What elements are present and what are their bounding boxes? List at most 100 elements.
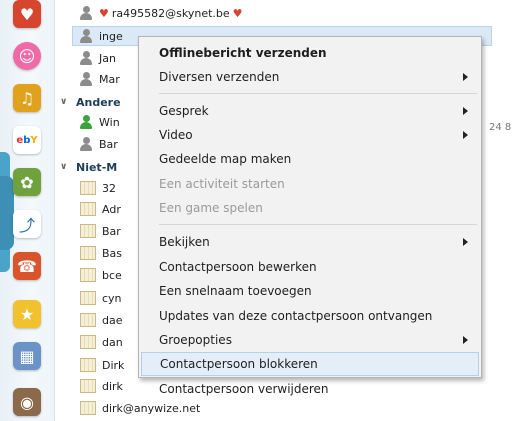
submenu-arrow-icon <box>463 238 468 246</box>
contact-name: dirk <box>102 379 123 393</box>
menu-separator <box>159 93 477 94</box>
contact-row[interactable]: bce <box>80 265 122 285</box>
smiley-icon[interactable]: ☺ <box>13 42 41 70</box>
menu-item-label: Offlinebericht verzenden <box>159 46 327 60</box>
sidebar-tab-active[interactable] <box>0 176 14 250</box>
context-menu: Offlinebericht verzenden Diversen verzen… <box>138 36 482 396</box>
contact-name: Bar <box>99 137 118 151</box>
contact-name: Win <box>99 115 120 129</box>
contact-row[interactable]: Bar <box>80 221 121 241</box>
heart-icon: ♥ <box>232 6 243 20</box>
menu-item-label: Diversen verzenden <box>159 70 280 84</box>
menu-item-delete-contact[interactable]: Contactpersoon verwijderen <box>141 377 479 401</box>
submenu-arrow-icon <box>463 131 468 139</box>
music-player-icon[interactable]: ♫ <box>13 84 41 112</box>
menu-item-label: Contactpersoon blokkeren <box>160 357 318 371</box>
contact-row[interactable]: Bas <box>80 243 122 263</box>
submenu-arrow-icon <box>463 107 468 115</box>
star-icon[interactable]: ★ <box>13 300 41 328</box>
submenu-arrow-icon <box>463 336 468 344</box>
contact-name: Jan <box>99 51 116 65</box>
app-sidebar: ♥ ☺ ♫ ebY ✿ ⤴ ☎ ★ ▦ ◉ <box>0 0 55 421</box>
menu-item-offline-message[interactable]: Offlinebericht verzenden <box>141 41 479 65</box>
menu-item-label: Contactpersoon bewerken <box>159 260 317 274</box>
contact-name: bce <box>102 268 122 282</box>
contact-book-icon <box>80 202 96 216</box>
contact-status-icon <box>80 72 92 86</box>
contact-row[interactable]: dan <box>80 332 123 352</box>
menu-item-shared-folder[interactable]: Gedeelde map maken <box>141 147 479 171</box>
contact-row[interactable]: Dirk <box>80 355 124 375</box>
contact-row[interactable]: Win <box>80 112 120 132</box>
contact-row[interactable]: dirk@anywize.net <box>80 398 200 418</box>
menu-item-label: Updates van deze contactpersoon ontvange… <box>159 309 433 323</box>
contact-row[interactable]: Bar <box>80 134 118 154</box>
menu-item-label: Bekijken <box>159 235 210 249</box>
phone-icon[interactable]: ☎ <box>13 252 41 280</box>
menu-item-group-options[interactable]: Groepopties <box>141 328 479 352</box>
contact-book-icon <box>80 401 96 415</box>
group-header-anderen[interactable]: ∨ Andere <box>60 93 121 111</box>
menu-item-edit-contact[interactable]: Contactpersoon bewerken <box>141 255 479 279</box>
contact-extra-info: 24 8 <box>489 122 512 133</box>
contact-name: inge <box>99 29 123 43</box>
contact-row[interactable]: Adr <box>80 199 121 219</box>
contact-row[interactable]: dirk <box>80 376 123 396</box>
menu-item-add-nickname[interactable]: Een snelnaam toevoegen <box>141 279 479 303</box>
ebay-icon[interactable]: ebY <box>13 126 41 154</box>
submenu-arrow-icon <box>463 73 468 81</box>
contact-name: dan <box>102 335 123 349</box>
contact-name: 32 <box>102 181 116 195</box>
contact-name: dirk@anywize.net <box>102 401 201 415</box>
contact-row[interactable]: Mar <box>80 69 120 89</box>
online-status-icon <box>80 115 92 129</box>
contact-row[interactable]: 32 <box>80 178 116 198</box>
menu-item-block-contact[interactable]: Contactpersoon blokkeren <box>141 352 479 376</box>
chevron-down-icon: ∨ <box>60 97 68 107</box>
stats-icon[interactable]: ⤴ <box>13 210 41 238</box>
menu-item-send-misc[interactable]: Diversen verzenden <box>141 65 479 89</box>
group-header-niet[interactable]: ∨ Niet-M <box>60 158 117 176</box>
contact-row-selected[interactable]: inge <box>80 26 123 46</box>
globe-icon[interactable]: ◉ <box>13 388 41 416</box>
contact-book-icon <box>80 246 96 260</box>
contact-row[interactable]: cyn <box>80 288 122 308</box>
contact-name: Bar <box>102 224 121 238</box>
menu-separator <box>159 224 477 225</box>
contact-book-icon <box>80 181 96 195</box>
menu-item-label: Gesprek <box>159 104 209 118</box>
contact-name: Dirk <box>102 358 125 372</box>
menu-item-view[interactable]: Bekijken <box>141 230 479 254</box>
contact-name: Mar <box>99 72 120 86</box>
contact-name: Bas <box>102 246 123 260</box>
contact-status-icon <box>80 6 92 20</box>
contact-book-icon <box>80 335 96 349</box>
contact-status-icon <box>80 29 92 43</box>
menu-item-label: Contactpersoon verwijderen <box>159 382 329 396</box>
frog-icon[interactable]: ✿ <box>13 168 41 196</box>
calendar-icon[interactable]: ▦ <box>13 342 41 370</box>
heart-icon: ♥ <box>99 6 109 20</box>
contact-name: dae <box>102 313 123 327</box>
menu-item-video[interactable]: Video <box>141 123 479 147</box>
menu-item-receive-updates[interactable]: Updates van deze contactpersoon ontvange… <box>141 304 479 328</box>
contact-book-icon <box>80 291 96 305</box>
contact-row[interactable]: Jan <box>80 48 116 68</box>
contact-name: cyn <box>102 291 122 305</box>
contact-row[interactable]: ♥ ra495582@skynet.be ♥ <box>80 3 243 23</box>
menu-item-label: Een activiteit starten <box>159 177 285 191</box>
menu-item-play-game: Een game spelen <box>141 196 479 220</box>
contact-book-icon <box>80 379 96 393</box>
contact-book-icon <box>80 268 96 282</box>
contact-name: Adr <box>102 202 121 216</box>
heart-face-icon[interactable]: ♥ <box>13 0 41 28</box>
contact-book-icon <box>80 358 96 372</box>
menu-item-label: Groepopties <box>159 333 232 347</box>
contact-book-icon <box>80 313 96 327</box>
group-label: Andere <box>76 95 121 109</box>
group-label: Niet-M <box>76 160 118 174</box>
contact-status-icon <box>80 137 92 151</box>
contact-book-icon <box>80 224 96 238</box>
menu-item-conversation[interactable]: Gesprek <box>141 99 479 123</box>
contact-row[interactable]: dae <box>80 310 123 330</box>
